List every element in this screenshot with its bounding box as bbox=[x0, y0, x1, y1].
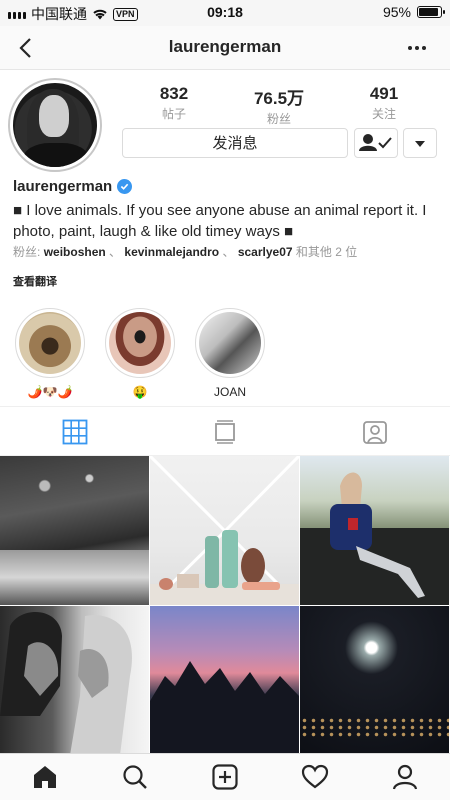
stat-followers-value: 76.5万 bbox=[253, 89, 305, 108]
profile-username: laurengerman bbox=[13, 178, 133, 195]
profile-avatar[interactable] bbox=[8, 78, 102, 172]
avatar-image bbox=[13, 83, 97, 167]
grid-icon[interactable] bbox=[62, 419, 88, 445]
status-bar: 中国联通 VPN 09:18 95% bbox=[0, 0, 450, 26]
grid-photo-dinner[interactable] bbox=[0, 456, 149, 605]
profile-bio: ■ I love animals. If you see anyone abus… bbox=[13, 202, 427, 240]
tagged-icon[interactable] bbox=[362, 419, 388, 445]
followers-separator: 、 bbox=[222, 245, 235, 259]
feed-icon[interactable] bbox=[212, 419, 238, 445]
home-icon[interactable] bbox=[31, 763, 59, 791]
followers-prefix: 粉丝: bbox=[13, 245, 41, 259]
highlight-caption: JOAN bbox=[213, 385, 246, 399]
top-nav-bar: laurengerman bbox=[0, 26, 450, 70]
follower-link[interactable]: scarlye07 bbox=[238, 245, 293, 259]
see-translation-link[interactable]: 查看翻译 bbox=[13, 273, 57, 289]
highlight-image bbox=[19, 312, 81, 374]
battery-percent: 95% bbox=[382, 4, 411, 20]
stat-posts-value: 832 bbox=[159, 84, 189, 103]
stat-posts-label: 帖子 bbox=[161, 107, 186, 121]
followers-suffix: 和其他 2 位 bbox=[295, 245, 358, 259]
stat-following[interactable]: 491 关注 bbox=[334, 84, 434, 122]
message-button[interactable]: 发消息 bbox=[122, 128, 348, 158]
grid-photo-couple[interactable] bbox=[0, 606, 149, 755]
page-title: laurengerman bbox=[168, 37, 282, 56]
battery-group: 95% bbox=[382, 4, 445, 20]
highlight-caption: 🤑 bbox=[132, 385, 148, 399]
suggested-dropdown-button[interactable] bbox=[403, 128, 437, 158]
following-button[interactable] bbox=[354, 128, 398, 158]
grid-photo-sunset[interactable] bbox=[150, 606, 299, 755]
stat-following-label: 关注 bbox=[371, 107, 396, 121]
grid-photo-bottles[interactable] bbox=[150, 456, 299, 605]
follower-link[interactable]: kevinmalejandro bbox=[124, 245, 219, 259]
followers-separator: 、 bbox=[109, 245, 122, 259]
heart-icon[interactable] bbox=[301, 763, 329, 791]
story-highlight[interactable]: JOAN bbox=[195, 308, 265, 400]
stat-following-value: 491 bbox=[369, 84, 399, 103]
story-highlight[interactable]: 🌶️🐶🌶️ bbox=[15, 308, 85, 400]
caret-down-icon bbox=[415, 141, 425, 147]
stat-followers-label: 粉丝 bbox=[266, 112, 291, 126]
grid-photo-sofa[interactable] bbox=[300, 456, 449, 605]
stat-followers[interactable]: 76.5万 粉丝 bbox=[229, 84, 329, 127]
stat-posts[interactable]: 832 帖子 bbox=[124, 84, 224, 122]
highlight-image bbox=[199, 312, 261, 374]
battery-icon bbox=[417, 6, 445, 18]
search-icon[interactable] bbox=[121, 763, 149, 791]
user-check-icon bbox=[359, 134, 392, 151]
profile-tabs bbox=[0, 406, 450, 456]
grid-photo-moon[interactable] bbox=[300, 606, 449, 755]
verified-badge-icon bbox=[117, 179, 133, 194]
mutual-followers[interactable]: 粉丝: weiboshen 、 kevinmalejandro 、 scarly… bbox=[13, 243, 357, 260]
highlight-image bbox=[109, 312, 171, 374]
bottom-tab-bar bbox=[0, 753, 450, 800]
add-icon[interactable] bbox=[211, 763, 239, 791]
follower-link[interactable]: weiboshen bbox=[44, 245, 106, 259]
highlight-caption: 🌶️🐶🌶️ bbox=[27, 385, 73, 399]
photo-grid bbox=[0, 456, 450, 756]
story-highlight[interactable]: 🤑 bbox=[105, 308, 175, 400]
username-text: laurengerman bbox=[13, 178, 113, 195]
more-horizontal-icon[interactable] bbox=[408, 38, 430, 58]
profile-icon[interactable] bbox=[391, 763, 419, 791]
